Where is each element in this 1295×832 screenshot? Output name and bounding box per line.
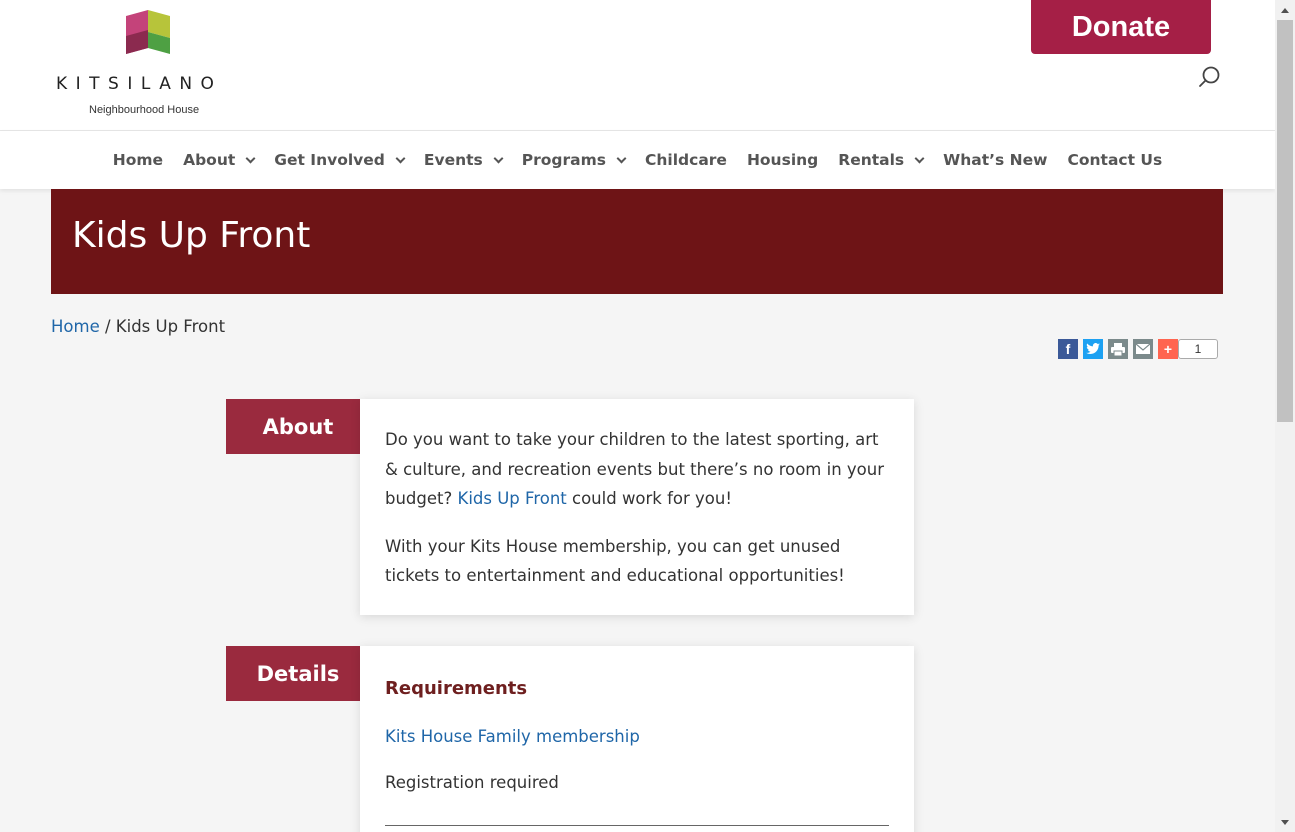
details-card: Requirements Kits House Family membershi… (360, 646, 914, 832)
kids-up-front-link[interactable]: Kids Up Front (458, 489, 567, 508)
page-banner: Kids Up Front (51, 189, 1223, 294)
nav-item-events[interactable]: Events (414, 151, 512, 169)
about-card: Do you want to take your children to the… (360, 399, 914, 615)
page-title: Kids Up Front (72, 215, 311, 256)
logo-subtitle: Neighbourhood House (89, 104, 200, 116)
nav-item-home[interactable]: Home (103, 151, 173, 169)
page-scrollbar[interactable] (1275, 0, 1295, 832)
nav-label: Events (423, 151, 483, 169)
nav-item-get-involved[interactable]: Get Involved (264, 151, 414, 169)
requirements-heading: Requirements (385, 678, 528, 699)
site-logo[interactable]: KITSILANO Neighbourhood House (56, 8, 246, 120)
email-icon[interactable] (1133, 339, 1153, 359)
donate-button[interactable]: Donate (1031, 0, 1211, 54)
nav-item-rentals[interactable]: Rentals (828, 151, 933, 169)
about-paragraph-2: With your Kits House membership, you can… (385, 536, 845, 586)
chevron-down-icon (914, 153, 925, 163)
logo-mark-icon (126, 10, 170, 54)
about-section-tag: About (226, 399, 360, 454)
membership-link[interactable]: Kits House Family membership (385, 722, 889, 752)
nav-label: Childcare (645, 151, 727, 169)
nav-item-housing[interactable]: Housing (737, 151, 828, 169)
scroll-down-arrow-icon[interactable] (1275, 812, 1295, 832)
scroll-up-arrow-icon[interactable] (1275, 0, 1295, 20)
breadcrumb-separator: / (99, 317, 116, 336)
plus-icon[interactable]: + (1158, 339, 1178, 359)
main-nav: Home About Get Involved Events Programs … (0, 131, 1275, 189)
details-section-tag: Details (226, 646, 360, 701)
scrollbar-thumb[interactable] (1277, 20, 1293, 422)
twitter-icon[interactable] (1083, 339, 1103, 359)
nav-item-about[interactable]: About (173, 151, 264, 169)
share-count: 1 (1178, 339, 1218, 359)
logo-wordmark: KITSILANO (56, 74, 223, 94)
share-bar: f + 1 (1058, 339, 1218, 359)
nav-item-whats-new[interactable]: What’s New (933, 151, 1057, 169)
site-header: KITSILANO Neighbourhood House Donate Hom… (0, 0, 1275, 189)
chevron-down-icon (493, 153, 504, 163)
about-text: could work for you! (566, 489, 732, 508)
registration-text: Registration required (385, 773, 559, 792)
nav-item-childcare[interactable]: Childcare (635, 151, 737, 169)
nav-label: What’s New (943, 151, 1048, 169)
nav-label: Housing (746, 151, 819, 169)
about-paragraph-1: Do you want to take your children to the… (385, 425, 889, 514)
breadcrumb: Home / Kids Up Front (51, 317, 225, 336)
nav-label: About (183, 151, 236, 169)
nav-label: Get Involved (274, 151, 385, 169)
breadcrumb-home-link[interactable]: Home (51, 317, 100, 336)
chevron-down-icon (245, 153, 256, 163)
nav-label: Programs (521, 151, 606, 169)
nav-label: Home (112, 151, 164, 169)
divider (385, 824, 889, 826)
chevron-down-icon (616, 153, 627, 163)
nav-item-contact-us[interactable]: Contact Us (1057, 151, 1172, 169)
nav-item-programs[interactable]: Programs (512, 151, 635, 169)
breadcrumb-current: Kids Up Front (115, 317, 226, 336)
nav-label: Rentals (838, 151, 905, 169)
search-icon[interactable] (1197, 64, 1223, 90)
facebook-icon[interactable]: f (1058, 339, 1078, 359)
nav-label: Contact Us (1067, 151, 1163, 169)
print-icon[interactable] (1108, 339, 1128, 359)
chevron-down-icon (395, 153, 406, 163)
